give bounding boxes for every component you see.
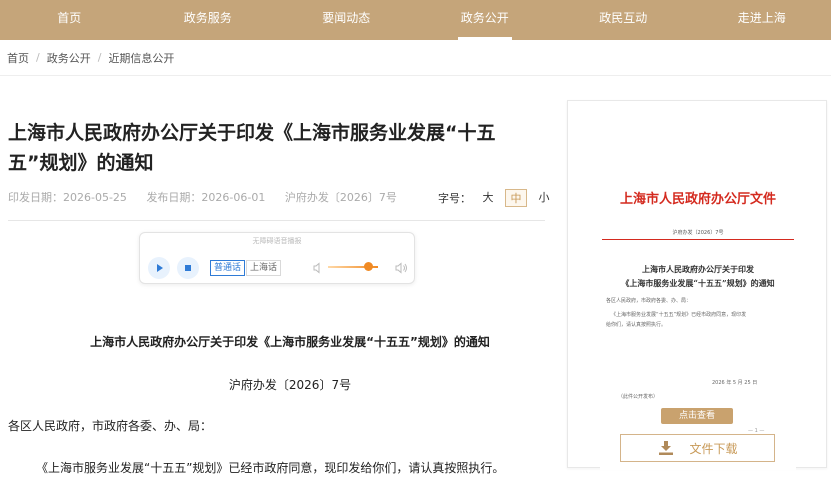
nav-item-services[interactable]: 政务服务 xyxy=(139,0,278,40)
breadcrumb-separator: / xyxy=(97,51,102,64)
preview-body-line-2: 给你们，请认真按照执行。 xyxy=(606,322,667,328)
nav-item-gov-open[interactable]: 政务公开 xyxy=(416,0,555,40)
download-file-label: 文件下载 xyxy=(689,441,738,456)
breadcrumb-separator: / xyxy=(36,51,40,64)
download-icon xyxy=(659,441,674,455)
lang-mandarin-button[interactable]: 普通话 xyxy=(210,260,246,276)
audio-player: 无障碍语音播报 普通话 上海话 xyxy=(139,232,415,284)
salutation: 各区人民政府，市政府各委、办、局： xyxy=(8,419,213,433)
publish-date: 发布日期：2026-06-01 xyxy=(146,191,266,204)
volume-low-icon[interactable] xyxy=(312,262,324,274)
top-nav: 首页 政务服务 要闻动态 政务公开 政民互动 走进上海 xyxy=(0,0,831,40)
volume-high-icon[interactable] xyxy=(395,262,409,274)
download-file-button[interactable]: 文件下载 xyxy=(620,434,775,462)
document-number: 沪府办发〔2026〕7号 xyxy=(228,378,352,392)
breadcrumb: 首页 / 政务公开 / 近期信息公开 xyxy=(0,40,831,76)
document-heading: 上海市人民政府办公厅关于印发《上海市服务业发展“十五五”规划》的通知 xyxy=(90,335,490,349)
nav-item-home[interactable]: 首页 xyxy=(0,0,139,40)
stop-icon xyxy=(185,265,191,271)
preview-red-line xyxy=(602,239,794,240)
font-size-selector: 字号： 大 中 小 xyxy=(438,189,555,207)
page-title: 上海市人民政府办公厅关于印发《上海市服务业发展“十五 五”规划》的通知 xyxy=(8,118,548,178)
preview-doc-number: 沪府办发〔2026〕7号 xyxy=(672,230,724,236)
document-preview-page[interactable] xyxy=(600,170,796,470)
lang-shanghainese-button[interactable]: 上海话 xyxy=(246,260,282,276)
preview-date: 2026 年 5 月 25 日 xyxy=(712,380,758,386)
preview-body-line-1: 《上海市服务业发展“十五五”规划》已经市政府同意，现印发 xyxy=(611,312,747,318)
volume-slider-handle[interactable] xyxy=(364,262,373,271)
page-title-line-1: 上海市人民政府办公厅关于印发《上海市服务业发展“十五 xyxy=(8,122,496,144)
print-date: 印发日期：2026-05-25 xyxy=(8,191,127,204)
font-size-label: 字号： xyxy=(438,192,471,205)
preview-public-note: （此件公开发布） xyxy=(618,394,659,400)
divider xyxy=(8,220,545,221)
preview-salutation: 各区人民政府，市政府各委、办、局： xyxy=(606,298,692,304)
font-size-large-button[interactable]: 大 xyxy=(477,189,499,207)
audio-player-label: 无障碍语音播报 xyxy=(252,237,302,245)
preview-header: 上海市人民政府办公厅文件 xyxy=(619,192,776,207)
play-icon xyxy=(157,264,163,272)
stop-button[interactable] xyxy=(177,257,199,279)
preview-title-line-1: 上海市人民政府办公厅关于印发 xyxy=(642,264,754,274)
article-meta: 印发日期：2026-05-25 发布日期：2026-06-01 沪府办发〔202… xyxy=(8,189,413,205)
nav-item-news[interactable]: 要闻动态 xyxy=(277,0,416,40)
breadcrumb-gov-open[interactable]: 政务公开 xyxy=(47,50,91,66)
document-number-meta: 沪府办发〔2026〕7号 xyxy=(284,191,397,204)
nav-item-interaction[interactable]: 政民互动 xyxy=(554,0,693,40)
breadcrumb-home[interactable]: 首页 xyxy=(7,50,29,66)
body-paragraph: 《上海市服务业发展“十五五”规划》已经市政府同意，现印发给你们，请认真按照执行。 xyxy=(36,461,505,475)
font-size-small-button[interactable]: 小 xyxy=(533,189,555,207)
font-size-medium-button[interactable]: 中 xyxy=(505,189,527,207)
breadcrumb-recent-info[interactable]: 近期信息公开 xyxy=(108,50,174,66)
nav-item-about-shanghai[interactable]: 走进上海 xyxy=(693,0,831,40)
view-document-button[interactable]: 点击查看 xyxy=(661,408,733,424)
preview-title-line-2: 《上海市服务业发展“十五五”规划》的通知 xyxy=(621,278,775,288)
play-button[interactable] xyxy=(148,257,170,279)
page-title-line-2: 五”规划》的通知 xyxy=(8,152,154,174)
